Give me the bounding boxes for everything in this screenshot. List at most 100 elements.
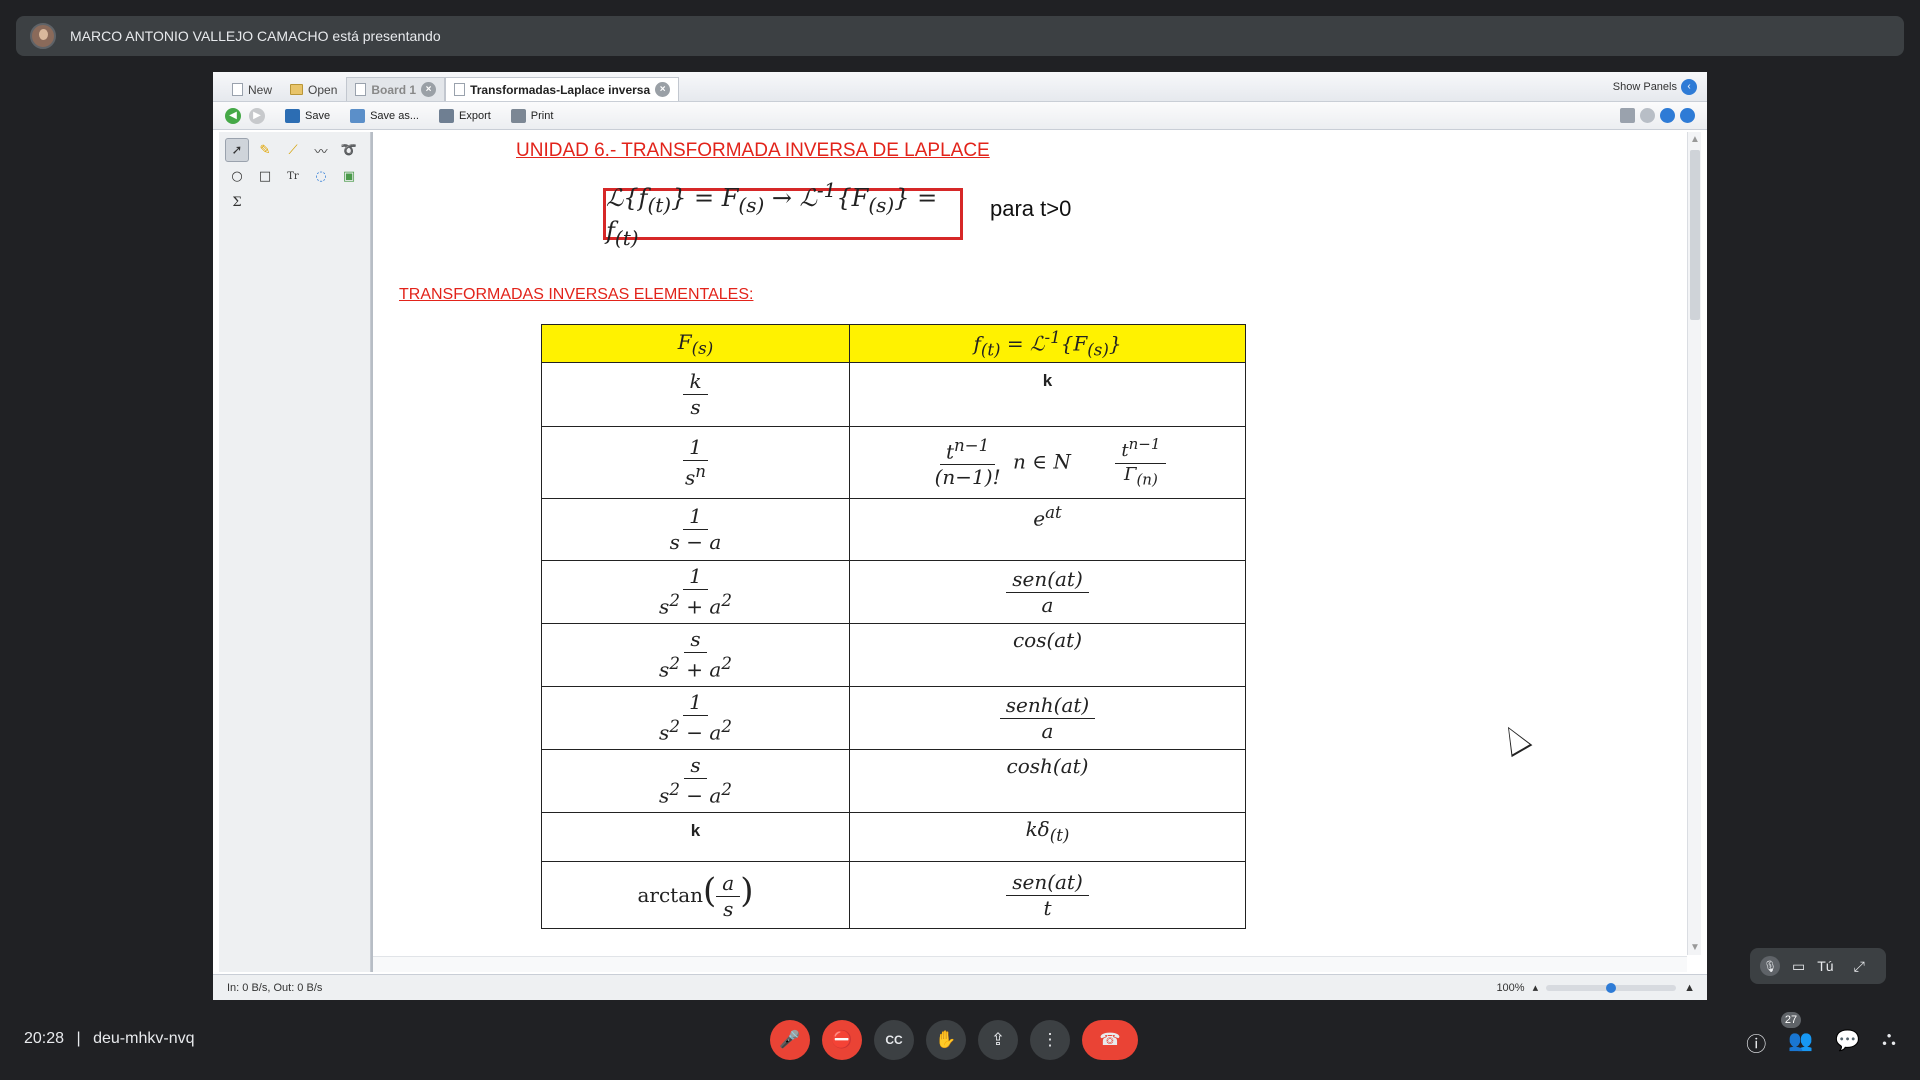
presenter-banner: MARCO ANTONIO VALLEJO CAMACHO está prese… xyxy=(16,16,1904,56)
close-icon[interactable]: × xyxy=(655,82,671,97)
save-icon xyxy=(285,108,300,123)
raise-hand-button[interactable]: ✋ xyxy=(926,1020,966,1060)
ft-cell: cosh(at) xyxy=(849,749,1246,813)
eraser-tool-icon[interactable]: ➰ xyxy=(337,138,361,162)
meeting-code: deu-mhkv-nvq xyxy=(93,1030,195,1047)
tab-transformadas[interactable]: Transformadas-Laplace inversa × xyxy=(445,77,680,101)
self-label: Tú xyxy=(1817,958,1834,974)
participants-count-badge: 27 xyxy=(1781,1012,1801,1028)
mic-off-icon: 🎤 xyxy=(779,1030,801,1049)
main-toolbar: ◀ ▶ Save Save as... Export Print xyxy=(213,102,1707,130)
zoom-in-icon[interactable]: ▲ xyxy=(1684,982,1695,994)
meeting-separator: | xyxy=(76,1030,81,1047)
ellipse-tool-icon[interactable]: ○ xyxy=(225,164,249,188)
help-icon[interactable] xyxy=(1680,108,1695,123)
camera-off-icon: ▭ xyxy=(1792,957,1806,974)
leave-call-button[interactable]: ☎ xyxy=(1082,1020,1138,1060)
formula-tool-icon[interactable]: Σ xyxy=(225,190,249,214)
chat-icon[interactable]: 💬 xyxy=(1835,1028,1860,1057)
select-tool-icon[interactable]: ➚ xyxy=(225,138,249,162)
captions-button[interactable]: CC xyxy=(874,1020,914,1060)
image-tool-icon[interactable]: ▣ xyxy=(337,164,361,188)
raise-hand-icon: ✋ xyxy=(935,1030,957,1049)
tab-label: Transformadas-Laplace inversa xyxy=(470,82,651,97)
highlighter-tool-icon[interactable]: ⟋ xyxy=(281,138,305,162)
print-button[interactable]: Print xyxy=(510,108,554,123)
scroll-up-icon[interactable]: ▲ xyxy=(1690,134,1700,145)
show-panels-button[interactable]: Show Panels ‹ xyxy=(1613,79,1697,95)
presenter-avatar xyxy=(30,23,56,49)
ft-cell: eat xyxy=(849,498,1246,561)
horizontal-scrollbar[interactable] xyxy=(373,956,1687,972)
document-icon xyxy=(355,83,367,96)
freehand-tool-icon[interactable]: 〰 xyxy=(309,138,333,162)
print-label: Print xyxy=(530,109,554,122)
table-row: 1 s2 + a2 sen(at) a xyxy=(541,560,1246,624)
fullscreen-icon[interactable] xyxy=(1620,108,1635,123)
vertical-scrollbar[interactable]: ▲ ▼ xyxy=(1687,132,1701,955)
zoom-slider-knob[interactable] xyxy=(1606,982,1617,993)
text-tool-icon[interactable]: Tr xyxy=(281,164,305,188)
ft-cell: sen(at) a xyxy=(849,560,1246,624)
print-icon xyxy=(510,108,526,123)
more-options-button[interactable]: ⋮ xyxy=(1030,1020,1070,1060)
pencil-tool-icon[interactable]: ✎ xyxy=(253,138,277,162)
inverse-transform-table: F(s) f(t) = ℒ-1{F(s)} ks k 1 sn tn−1 (n−1)… xyxy=(541,324,1246,929)
fs-cell: s s2 − a2 xyxy=(541,749,850,813)
comment-tool-icon[interactable]: ◌ xyxy=(309,164,333,188)
ft-cell: sen(at) t xyxy=(849,861,1246,929)
scroll-down-icon[interactable]: ▼ xyxy=(1690,942,1700,953)
info-icon[interactable] xyxy=(1660,108,1675,123)
save-label: Save xyxy=(305,109,331,122)
new-label: New xyxy=(248,82,273,97)
meeting-info: 20:28 | deu-mhkv-nvq xyxy=(24,1030,194,1048)
info-icon[interactable]: ⓘ xyxy=(1746,1028,1766,1057)
rectangle-tool-icon[interactable]: □ xyxy=(253,164,277,188)
section-heading: TRANSFORMADAS INVERSAS ELEMENTALES: xyxy=(399,286,754,303)
zoom-slider[interactable] xyxy=(1546,982,1677,993)
fs-cell: k xyxy=(541,812,850,862)
definition-formula: ℒ{f(t)} = F(s) → ℒ-1{F(s)} = f(t) xyxy=(603,178,963,250)
fs-cell: s s2 + a2 xyxy=(541,623,850,687)
ft-cell: tn−1 (n−1)! n ∈ N tn−1 Γ(n) xyxy=(849,426,1246,499)
expand-icon[interactable]: ⤢ xyxy=(1854,958,1865,975)
gear-icon[interactable] xyxy=(1640,108,1655,123)
close-icon[interactable]: × xyxy=(421,82,437,97)
table-row: 1 sn tn−1 (n−1)! n ∈ N tn−1 Γ(n) xyxy=(541,426,1246,499)
ft-cell: kδ(t) xyxy=(849,812,1246,862)
presenter-text: MARCO ANTONIO VALLEJO CAMACHO está prese… xyxy=(70,28,441,44)
back-icon[interactable]: ◀ xyxy=(225,107,241,124)
forward-icon[interactable]: ▶ xyxy=(249,107,265,124)
open-button[interactable]: Open xyxy=(281,77,346,101)
tab-board-1[interactable]: Board 1 × xyxy=(346,77,446,101)
fs-cell: 1s − a xyxy=(541,498,850,561)
present-button[interactable]: ⇪ xyxy=(978,1020,1018,1060)
scrollbar-thumb[interactable] xyxy=(1690,150,1700,320)
zoom-out-icon[interactable]: ▴ xyxy=(1533,981,1539,994)
status-bar: In: 0 B/s, Out: 0 B/s 100% ▴ ▲ xyxy=(213,974,1707,1000)
self-video-tile[interactable]: 🎙 ▭ Tú ⤢ xyxy=(1750,948,1886,984)
document-canvas[interactable]: UNIDAD 6.- TRANSFORMADA INVERSA DE LAPLA… xyxy=(371,132,1687,972)
activities-icon[interactable]: ⛬ xyxy=(1882,1028,1896,1057)
hangup-icon: ☎ xyxy=(1099,1030,1121,1049)
save-as-label: Save as... xyxy=(370,109,419,122)
save-as-icon xyxy=(350,108,366,123)
new-button[interactable]: New xyxy=(223,77,281,101)
export-label: Export xyxy=(459,109,491,122)
fs-cell: ks xyxy=(541,362,850,427)
people-icon[interactable]: 👥 xyxy=(1788,1028,1813,1057)
tools-panel: ➚ ✎ ⟋ 〰 ➰ ○ □ Tr ◌ ▣ Σ xyxy=(219,132,371,972)
fs-cell: 1 s2 + a2 xyxy=(541,560,850,624)
mic-toggle-button[interactable]: 🎤 xyxy=(770,1020,810,1060)
save-button[interactable]: Save xyxy=(285,108,331,123)
camera-toggle-button[interactable]: ⛔ xyxy=(822,1020,862,1060)
meeting-time: 20:28 xyxy=(24,1030,65,1047)
more-icon: ⋮ xyxy=(1041,1030,1059,1049)
save-as-button[interactable]: Save as... xyxy=(350,108,419,123)
export-button[interactable]: Export xyxy=(439,108,491,123)
camera-off-icon: ⛔ xyxy=(831,1030,853,1049)
fs-cell: 1 sn xyxy=(541,426,850,499)
header-fs: F(s) xyxy=(541,324,850,363)
folder-icon xyxy=(290,84,304,95)
table-row: 1s − a eat xyxy=(541,498,1246,561)
